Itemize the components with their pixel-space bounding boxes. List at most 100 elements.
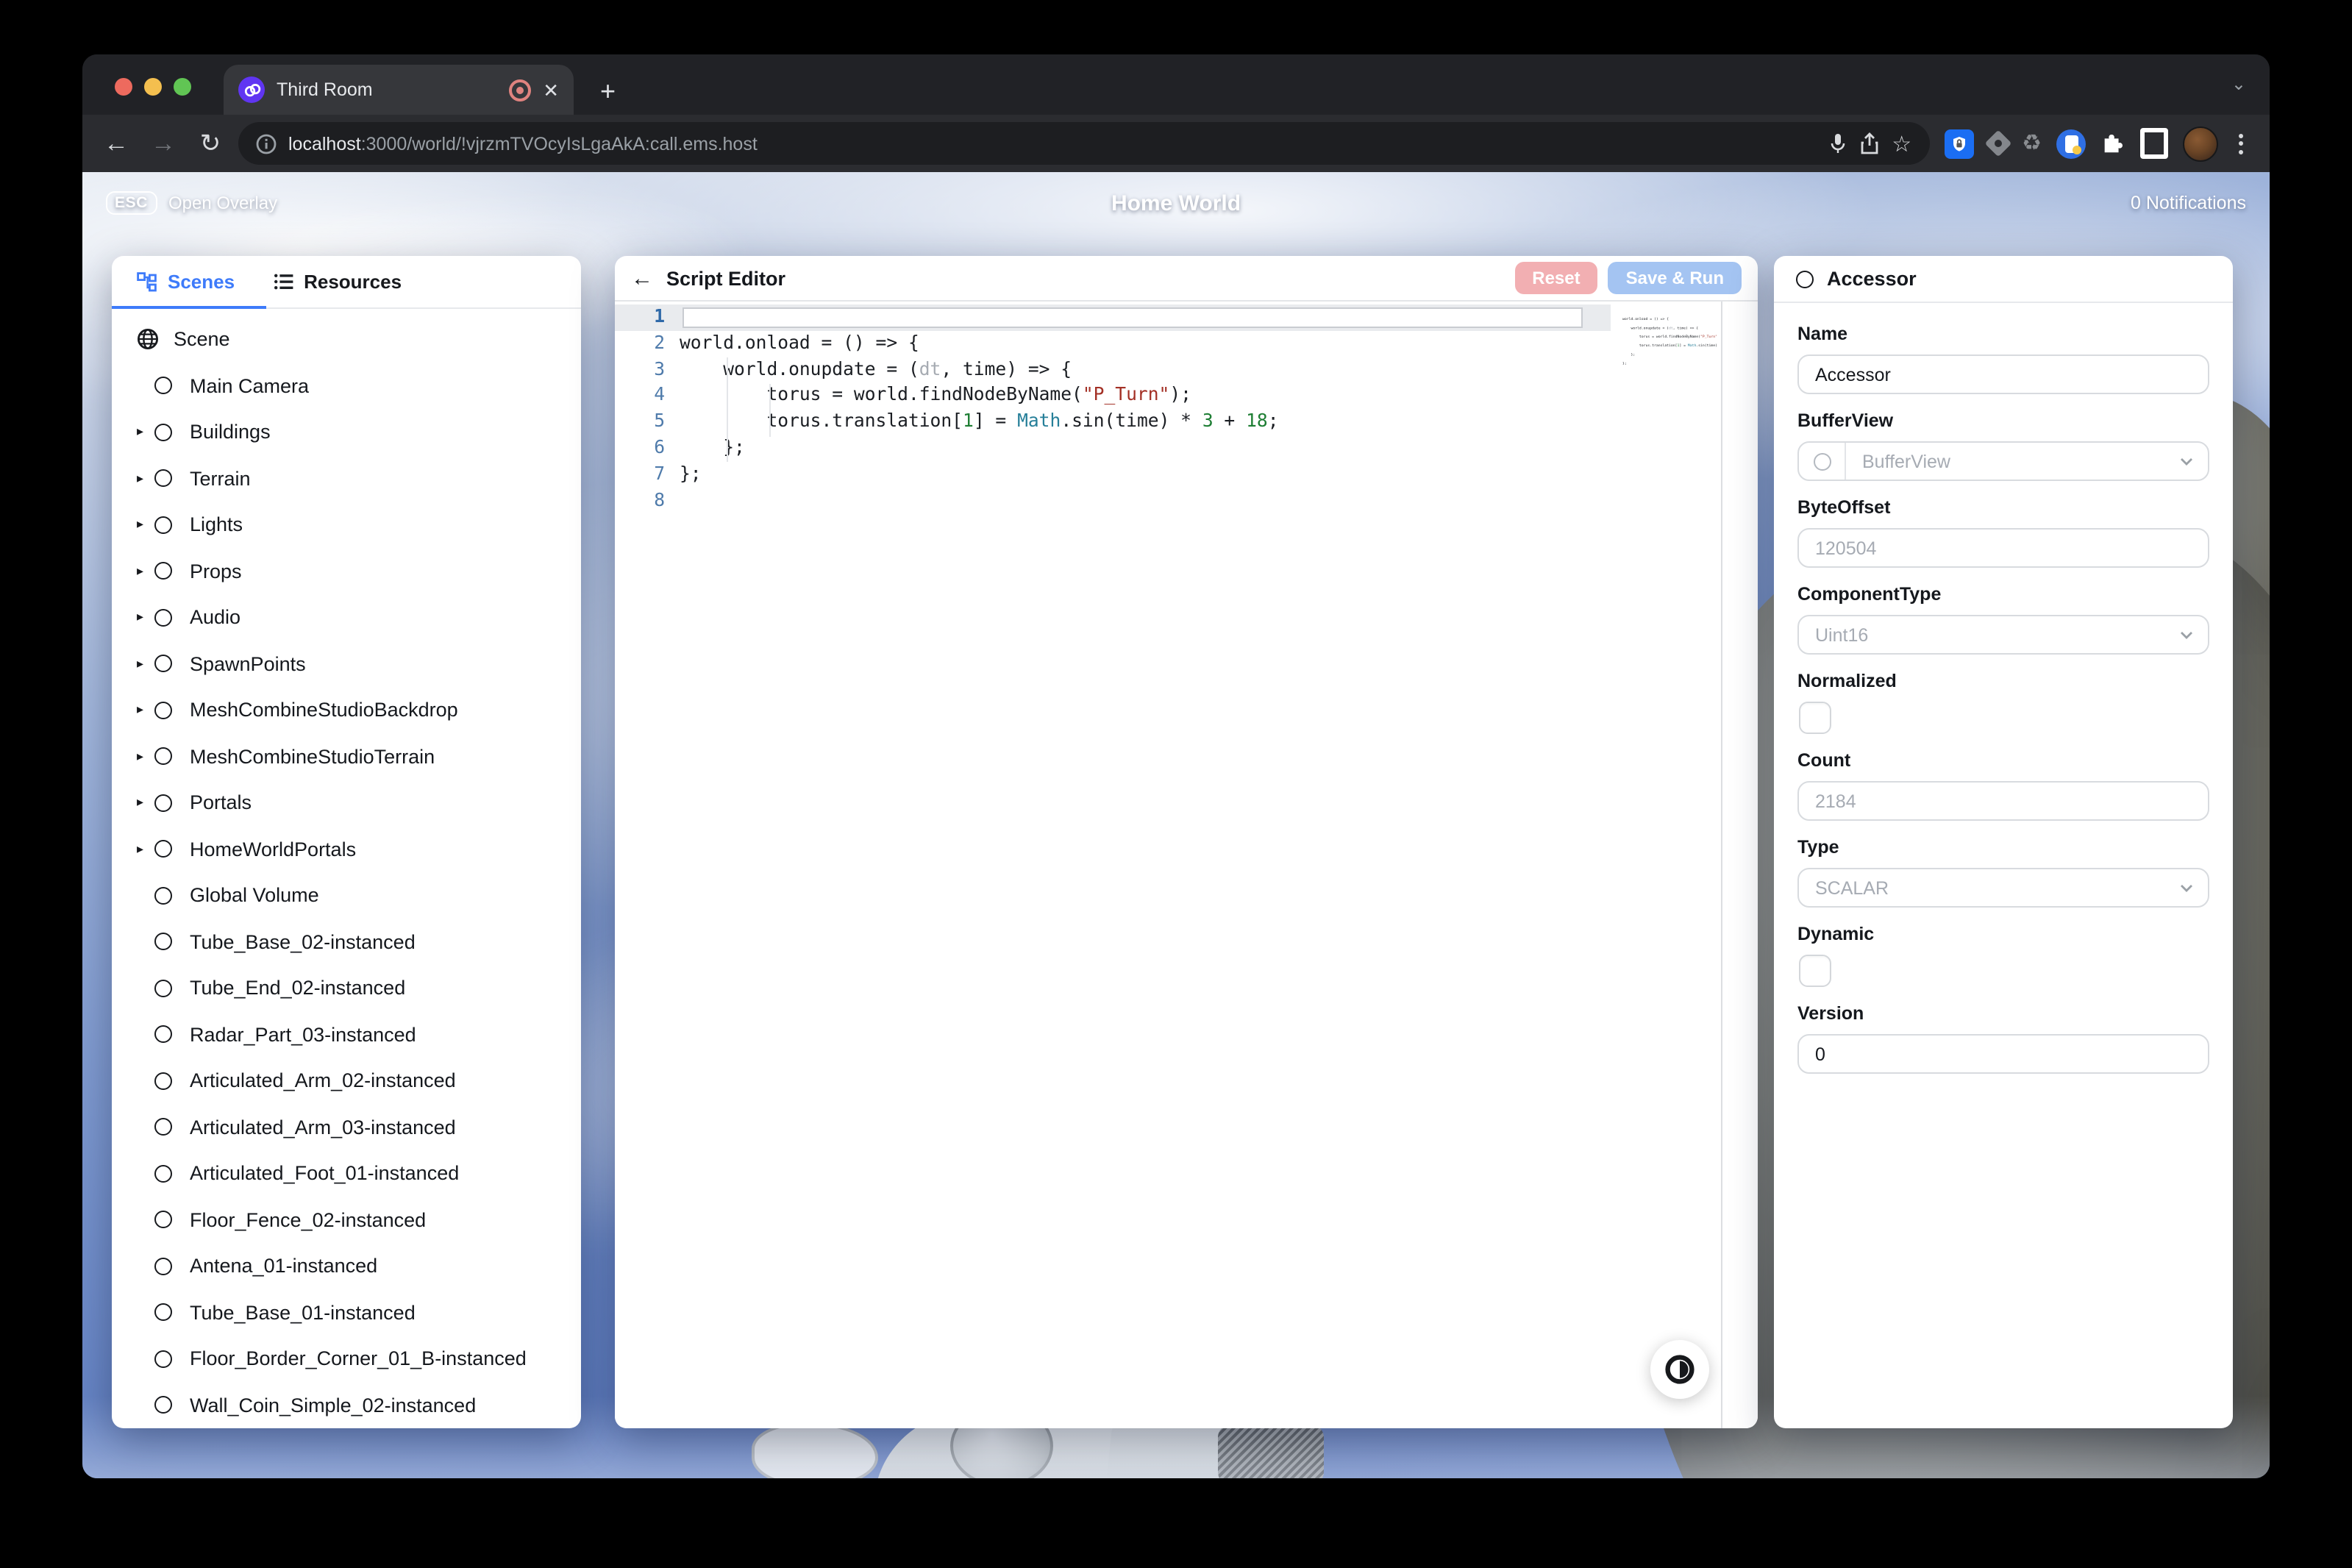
name-field[interactable] xyxy=(1797,354,2209,394)
disclosure-arrow-icon[interactable]: ▸ xyxy=(137,517,147,533)
scene-tree-row[interactable]: ▸HomeWorldPortals xyxy=(112,826,581,872)
disclosure-arrow-icon[interactable]: ▸ xyxy=(137,656,147,672)
recycle-extension-icon[interactable]: ♻ xyxy=(2022,132,2042,154)
node-circle-icon xyxy=(154,1258,172,1275)
tab-recording-indicator-icon xyxy=(509,79,531,101)
code-editor[interactable]: 12world.onload = () => {3 world.onupdate… xyxy=(615,302,1758,1428)
scene-tree-row[interactable]: ▸MeshCombineStudioBackdrop xyxy=(112,687,581,733)
type-select[interactable]: SCALAR xyxy=(1797,868,2209,908)
scene-tree-row[interactable]: Floor_Border_Corner_01_B-instanced xyxy=(112,1336,581,1382)
tab-close-icon[interactable]: ✕ xyxy=(543,80,559,99)
scene-tree-row[interactable]: ▸Lights xyxy=(112,502,581,548)
scene-tree-row[interactable]: Radar_Part_03-instanced xyxy=(112,1011,581,1058)
count-field[interactable] xyxy=(1797,781,2209,821)
world-title: Home World xyxy=(82,190,2270,215)
tab-resources[interactable]: Resources xyxy=(254,256,421,307)
normalized-checkbox[interactable] xyxy=(1799,702,1831,734)
forward-button[interactable]: → xyxy=(144,124,182,163)
tab-scenes-label: Scenes xyxy=(168,271,235,293)
name-field-label: Name xyxy=(1797,324,2209,344)
code-lines[interactable]: 12world.onload = () => {3 world.onupdate… xyxy=(615,304,1758,514)
tree-node-label: Tube_End_02-instanced xyxy=(190,977,405,999)
scene-tree-row[interactable]: Tube_Base_02-instanced xyxy=(112,919,581,965)
window-zoom-button[interactable] xyxy=(174,78,191,96)
componenttype-select-value: Uint16 xyxy=(1799,624,2180,645)
scene-tree-row[interactable]: Articulated_Foot_01-instanced xyxy=(112,1150,581,1197)
line-number: 1 xyxy=(615,304,680,331)
window-close-button[interactable] xyxy=(115,78,132,96)
scene-tree-row[interactable]: Floor_Fence_02-instanced xyxy=(112,1197,581,1243)
tree-node-label: Antena_01-instanced xyxy=(190,1255,377,1277)
disclosure-arrow-icon[interactable]: ▸ xyxy=(137,471,147,487)
scene-tree-row[interactable]: ▸ SpawnPoints xyxy=(112,641,581,687)
node-circle-icon xyxy=(154,980,172,997)
save-and-run-button[interactable]: Save & Run xyxy=(1608,262,1742,294)
scene-tree-row[interactable]: Wall_Coin_Simple_02-instanced xyxy=(112,1382,581,1428)
world-hud-bar: ESC Open Overlay Home World 0 Notificati… xyxy=(82,172,2270,234)
browser-tab-strip: Third Room ✕ + ⌄ xyxy=(82,54,2270,115)
browser-tab[interactable]: Third Room ✕ xyxy=(224,65,574,115)
share-icon[interactable] xyxy=(1859,132,1880,154)
tree-node-label: Articulated_Foot_01-instanced xyxy=(190,1163,459,1185)
profile-avatar[interactable] xyxy=(2183,126,2218,161)
tab-scenes[interactable]: Scenes xyxy=(118,256,254,307)
scene-tree-row[interactable]: ▸Props xyxy=(112,548,581,594)
new-tab-button[interactable]: + xyxy=(600,78,616,104)
reader-extension-icon[interactable] xyxy=(2056,129,2086,158)
node-circle-icon xyxy=(154,841,172,858)
accessor-header: Accessor xyxy=(1774,256,2233,303)
code-minimap[interactable]: world.onload = () => { world.onupdate = … xyxy=(1622,306,1717,371)
scene-tree-row[interactable]: Main Camera xyxy=(112,363,581,409)
tree-node-label: Global Volume xyxy=(190,885,319,907)
node-circle-icon xyxy=(154,1026,172,1044)
tree-node-label: Scene xyxy=(174,329,230,351)
disclosure-arrow-icon[interactable]: ▸ xyxy=(137,424,147,441)
contrast-toggle-button[interactable] xyxy=(1650,1340,1709,1399)
scene-tree-row[interactable]: Scene xyxy=(112,316,581,363)
bookmark-star-icon[interactable]: ☆ xyxy=(1892,130,1911,157)
dynamic-checkbox[interactable] xyxy=(1799,955,1831,987)
tab-search-chevron-icon[interactable]: ⌄ xyxy=(2231,74,2246,94)
accessor-title: Accessor xyxy=(1827,268,1917,290)
componenttype-select[interactable]: Uint16 xyxy=(1797,615,2209,655)
scene-tree-row[interactable]: Articulated_Arm_02-instanced xyxy=(112,1058,581,1104)
scene-tree-row[interactable]: ▸Audio xyxy=(112,594,581,641)
browser-menu-icon[interactable] xyxy=(2233,133,2249,154)
password-manager-extension-icon[interactable] xyxy=(1944,129,1973,158)
scene-tree-row[interactable]: Tube_Base_01-instanced xyxy=(112,1289,581,1336)
scene-tree-row[interactable]: Antena_01-instanced xyxy=(112,1243,581,1289)
url-text[interactable]: localhost:3000/world/!vjrzmTVOcyIsLgaAkA… xyxy=(288,133,1817,154)
disclosure-arrow-icon[interactable]: ▸ xyxy=(137,795,147,811)
disclosure-arrow-icon[interactable]: ▸ xyxy=(137,749,147,765)
site-info-icon[interactable] xyxy=(256,133,277,154)
byteoffset-field[interactable] xyxy=(1797,528,2209,568)
globe-icon xyxy=(137,329,159,351)
line-number: 8 xyxy=(615,488,680,514)
version-field[interactable] xyxy=(1797,1034,2209,1074)
reload-button[interactable]: ↻ xyxy=(191,124,229,163)
tree-node-label: SpawnPoints xyxy=(190,653,306,675)
extensions-puzzle-icon[interactable] xyxy=(2100,131,2125,156)
microphone-icon[interactable] xyxy=(1828,132,1847,154)
scene-tree-row[interactable]: Global Volume xyxy=(112,872,581,919)
disclosure-arrow-icon[interactable]: ▸ xyxy=(137,610,147,626)
bufferview-select[interactable]: BufferView xyxy=(1797,441,2209,481)
back-arrow-icon[interactable]: ← xyxy=(631,266,653,291)
scene-tree-row[interactable]: Articulated_Arm_03-instanced xyxy=(112,1104,581,1150)
scene-tree-row[interactable]: ▸Buildings xyxy=(112,409,581,455)
disclosure-arrow-icon[interactable]: ▸ xyxy=(137,702,147,719)
disclosure-arrow-icon[interactable]: ▸ xyxy=(137,841,147,858)
sidebar-toggle-icon[interactable] xyxy=(2140,128,2168,159)
editor-scrollbar-gutter[interactable] xyxy=(1721,302,1758,1428)
disclosure-arrow-icon[interactable]: ▸ xyxy=(137,563,147,580)
scene-tree-row[interactable]: Tube_End_02-instanced xyxy=(112,965,581,1011)
diamond-extension-icon[interactable] xyxy=(1984,130,2011,157)
window-minimize-button[interactable] xyxy=(144,78,162,96)
node-circle-icon xyxy=(154,609,172,627)
scene-tree-row[interactable]: ▸MeshCombineStudioTerrain xyxy=(112,733,581,780)
back-button[interactable]: ← xyxy=(97,124,135,163)
address-bar[interactable]: localhost:3000/world/!vjrzmTVOcyIsLgaAkA… xyxy=(238,122,1929,165)
scene-tree-row[interactable]: ▸Terrain xyxy=(112,455,581,502)
reset-button[interactable]: Reset xyxy=(1514,262,1597,294)
scene-tree-row[interactable]: ▸Portals xyxy=(112,780,581,826)
